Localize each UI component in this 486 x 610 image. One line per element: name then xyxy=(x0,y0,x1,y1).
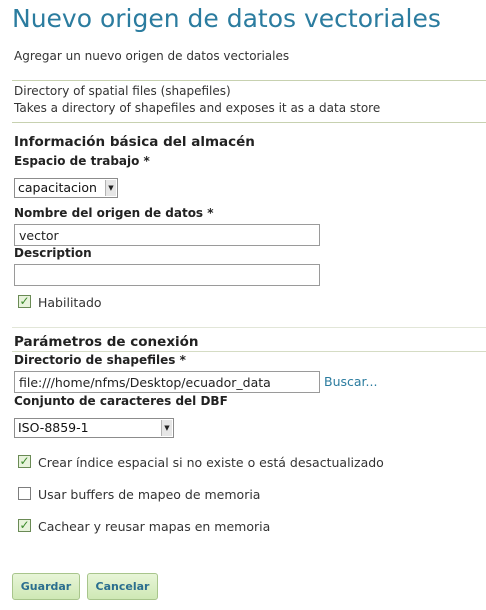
divider xyxy=(12,122,486,123)
cache-memory-maps-checkbox[interactable]: ✓ xyxy=(18,519,31,532)
enabled-checkbox[interactable]: ✓ xyxy=(18,295,31,308)
browse-link[interactable]: Buscar... xyxy=(324,374,377,389)
spatial-index-label: Crear índice espacial si no existe o est… xyxy=(38,455,384,470)
description-label: Description xyxy=(14,246,92,260)
page-subtitle: Agregar un nuevo origen de datos vectori… xyxy=(14,49,290,63)
basic-info-heading: Información básica del almacén xyxy=(14,134,255,150)
spatial-index-checkbox[interactable]: ✓ xyxy=(18,455,31,468)
description-input[interactable] xyxy=(14,264,320,286)
connection-params-heading: Parámetros de conexión xyxy=(14,334,199,350)
store-name-label: Nombre del origen de datos * xyxy=(14,206,214,220)
store-type-name: Directory of spatial files (shapefiles) xyxy=(14,84,231,98)
workspace-label: Espacio de trabajo * xyxy=(14,154,150,168)
store-name-input[interactable]: vector xyxy=(14,224,320,246)
divider xyxy=(12,80,486,81)
check-icon: ✓ xyxy=(19,454,30,468)
cancel-button[interactable]: Cancelar xyxy=(87,573,158,600)
page-title: Nuevo origen de datos vectoriales xyxy=(12,4,441,33)
memory-mapped-buffer-label: Usar buffers de mapeo de memoria xyxy=(38,487,261,502)
shapefile-directory-input[interactable]: file:///home/nfms/Desktop/ecuador_data xyxy=(14,371,320,393)
shapefile-directory-label: Directorio de shapefiles * xyxy=(14,353,186,367)
check-icon: ✓ xyxy=(19,294,30,308)
cache-memory-maps-label: Cachear y reusar mapas en memoria xyxy=(38,519,271,534)
dbf-charset-value: ISO-8859-1 xyxy=(18,420,89,435)
save-button[interactable]: Guardar xyxy=(12,573,80,600)
dbf-charset-label: Conjunto de caracteres del DBF xyxy=(14,394,228,408)
divider xyxy=(12,351,486,352)
chevron-down-icon: ▼ xyxy=(161,420,172,436)
store-type-description: Takes a directory of shapefiles and expo… xyxy=(14,101,381,115)
workspace-select[interactable]: capacitacion ▼ xyxy=(14,178,118,198)
enabled-label: Habilitado xyxy=(38,295,102,310)
divider xyxy=(12,327,486,328)
workspace-select-value: capacitacion xyxy=(18,180,97,195)
dbf-charset-select[interactable]: ISO-8859-1 ▼ xyxy=(14,418,174,438)
chevron-down-icon: ▼ xyxy=(105,180,116,196)
check-icon: ✓ xyxy=(19,518,30,532)
memory-mapped-buffer-checkbox[interactable] xyxy=(18,487,31,500)
